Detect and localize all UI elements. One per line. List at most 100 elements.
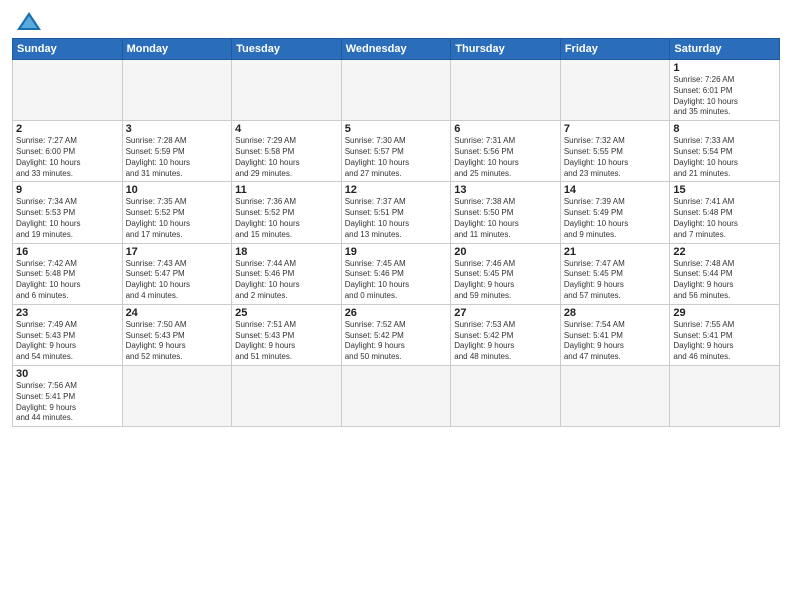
day-cell: 15Sunrise: 7:41 AM Sunset: 5:48 PM Dayli… [670,182,780,243]
day-info: Sunrise: 7:47 AM Sunset: 5:45 PM Dayligh… [564,259,667,302]
day-number: 16 [16,246,119,258]
day-info: Sunrise: 7:32 AM Sunset: 5:55 PM Dayligh… [564,136,667,179]
page: SundayMondayTuesdayWednesdayThursdayFrid… [0,0,792,612]
day-cell: 7Sunrise: 7:32 AM Sunset: 5:55 PM Daylig… [560,121,670,182]
week-row-1: 2Sunrise: 7:27 AM Sunset: 6:00 PM Daylig… [13,121,780,182]
day-cell: 11Sunrise: 7:36 AM Sunset: 5:52 PM Dayli… [232,182,342,243]
day-cell: 23Sunrise: 7:49 AM Sunset: 5:43 PM Dayli… [13,304,123,365]
day-number: 9 [16,184,119,196]
day-cell [122,365,232,426]
day-cell: 24Sunrise: 7:50 AM Sunset: 5:43 PM Dayli… [122,304,232,365]
day-cell: 1Sunrise: 7:26 AM Sunset: 6:01 PM Daylig… [670,60,780,121]
day-cell: 14Sunrise: 7:39 AM Sunset: 5:49 PM Dayli… [560,182,670,243]
day-cell [232,365,342,426]
header-row: SundayMondayTuesdayWednesdayThursdayFrid… [13,39,780,60]
day-number: 26 [345,307,448,319]
day-info: Sunrise: 7:34 AM Sunset: 5:53 PM Dayligh… [16,197,119,240]
day-number: 1 [673,62,776,74]
day-cell: 6Sunrise: 7:31 AM Sunset: 5:56 PM Daylig… [451,121,561,182]
day-info: Sunrise: 7:36 AM Sunset: 5:52 PM Dayligh… [235,197,338,240]
day-number: 25 [235,307,338,319]
header-cell-sunday: Sunday [13,39,123,60]
day-cell [451,60,561,121]
day-cell: 22Sunrise: 7:48 AM Sunset: 5:44 PM Dayli… [670,243,780,304]
day-cell [560,365,670,426]
header-cell-wednesday: Wednesday [341,39,451,60]
day-info: Sunrise: 7:38 AM Sunset: 5:50 PM Dayligh… [454,197,557,240]
day-info: Sunrise: 7:30 AM Sunset: 5:57 PM Dayligh… [345,136,448,179]
day-cell [560,60,670,121]
header-cell-saturday: Saturday [670,39,780,60]
day-number: 20 [454,246,557,258]
calendar: SundayMondayTuesdayWednesdayThursdayFrid… [12,38,780,427]
week-row-3: 16Sunrise: 7:42 AM Sunset: 5:48 PM Dayli… [13,243,780,304]
day-info: Sunrise: 7:44 AM Sunset: 5:46 PM Dayligh… [235,259,338,302]
day-info: Sunrise: 7:37 AM Sunset: 5:51 PM Dayligh… [345,197,448,240]
day-info: Sunrise: 7:43 AM Sunset: 5:47 PM Dayligh… [126,259,229,302]
day-info: Sunrise: 7:42 AM Sunset: 5:48 PM Dayligh… [16,259,119,302]
week-row-5: 30Sunrise: 7:56 AM Sunset: 5:41 PM Dayli… [13,365,780,426]
day-cell: 3Sunrise: 7:28 AM Sunset: 5:59 PM Daylig… [122,121,232,182]
day-number: 30 [16,368,119,380]
logo-icon [15,10,43,32]
day-cell [670,365,780,426]
day-cell: 28Sunrise: 7:54 AM Sunset: 5:41 PM Dayli… [560,304,670,365]
day-info: Sunrise: 7:39 AM Sunset: 5:49 PM Dayligh… [564,197,667,240]
day-info: Sunrise: 7:48 AM Sunset: 5:44 PM Dayligh… [673,259,776,302]
day-number: 10 [126,184,229,196]
day-cell: 19Sunrise: 7:45 AM Sunset: 5:46 PM Dayli… [341,243,451,304]
day-cell [232,60,342,121]
day-info: Sunrise: 7:35 AM Sunset: 5:52 PM Dayligh… [126,197,229,240]
day-cell: 20Sunrise: 7:46 AM Sunset: 5:45 PM Dayli… [451,243,561,304]
day-number: 6 [454,123,557,135]
day-number: 28 [564,307,667,319]
day-number: 8 [673,123,776,135]
day-cell: 10Sunrise: 7:35 AM Sunset: 5:52 PM Dayli… [122,182,232,243]
logo [12,10,43,32]
day-info: Sunrise: 7:41 AM Sunset: 5:48 PM Dayligh… [673,197,776,240]
day-info: Sunrise: 7:33 AM Sunset: 5:54 PM Dayligh… [673,136,776,179]
day-info: Sunrise: 7:54 AM Sunset: 5:41 PM Dayligh… [564,320,667,363]
day-number: 21 [564,246,667,258]
day-cell: 30Sunrise: 7:56 AM Sunset: 5:41 PM Dayli… [13,365,123,426]
day-info: Sunrise: 7:49 AM Sunset: 5:43 PM Dayligh… [16,320,119,363]
day-cell: 13Sunrise: 7:38 AM Sunset: 5:50 PM Dayli… [451,182,561,243]
day-number: 5 [345,123,448,135]
day-cell: 4Sunrise: 7:29 AM Sunset: 5:58 PM Daylig… [232,121,342,182]
day-cell [13,60,123,121]
day-number: 2 [16,123,119,135]
day-info: Sunrise: 7:56 AM Sunset: 5:41 PM Dayligh… [16,381,119,424]
day-cell [341,365,451,426]
day-info: Sunrise: 7:28 AM Sunset: 5:59 PM Dayligh… [126,136,229,179]
day-cell: 17Sunrise: 7:43 AM Sunset: 5:47 PM Dayli… [122,243,232,304]
day-number: 14 [564,184,667,196]
day-number: 7 [564,123,667,135]
day-cell: 26Sunrise: 7:52 AM Sunset: 5:42 PM Dayli… [341,304,451,365]
day-info: Sunrise: 7:52 AM Sunset: 5:42 PM Dayligh… [345,320,448,363]
day-cell: 9Sunrise: 7:34 AM Sunset: 5:53 PM Daylig… [13,182,123,243]
day-info: Sunrise: 7:31 AM Sunset: 5:56 PM Dayligh… [454,136,557,179]
day-info: Sunrise: 7:45 AM Sunset: 5:46 PM Dayligh… [345,259,448,302]
day-number: 17 [126,246,229,258]
header-cell-monday: Monday [122,39,232,60]
day-cell: 27Sunrise: 7:53 AM Sunset: 5:42 PM Dayli… [451,304,561,365]
header-cell-thursday: Thursday [451,39,561,60]
day-info: Sunrise: 7:55 AM Sunset: 5:41 PM Dayligh… [673,320,776,363]
day-cell: 2Sunrise: 7:27 AM Sunset: 6:00 PM Daylig… [13,121,123,182]
day-cell [451,365,561,426]
day-number: 12 [345,184,448,196]
day-info: Sunrise: 7:53 AM Sunset: 5:42 PM Dayligh… [454,320,557,363]
day-info: Sunrise: 7:27 AM Sunset: 6:00 PM Dayligh… [16,136,119,179]
week-row-4: 23Sunrise: 7:49 AM Sunset: 5:43 PM Dayli… [13,304,780,365]
day-number: 4 [235,123,338,135]
day-number: 15 [673,184,776,196]
day-number: 11 [235,184,338,196]
day-info: Sunrise: 7:26 AM Sunset: 6:01 PM Dayligh… [673,75,776,118]
day-cell: 29Sunrise: 7:55 AM Sunset: 5:41 PM Dayli… [670,304,780,365]
day-cell: 25Sunrise: 7:51 AM Sunset: 5:43 PM Dayli… [232,304,342,365]
day-cell: 18Sunrise: 7:44 AM Sunset: 5:46 PM Dayli… [232,243,342,304]
day-cell: 5Sunrise: 7:30 AM Sunset: 5:57 PM Daylig… [341,121,451,182]
day-number: 22 [673,246,776,258]
day-number: 23 [16,307,119,319]
day-info: Sunrise: 7:46 AM Sunset: 5:45 PM Dayligh… [454,259,557,302]
